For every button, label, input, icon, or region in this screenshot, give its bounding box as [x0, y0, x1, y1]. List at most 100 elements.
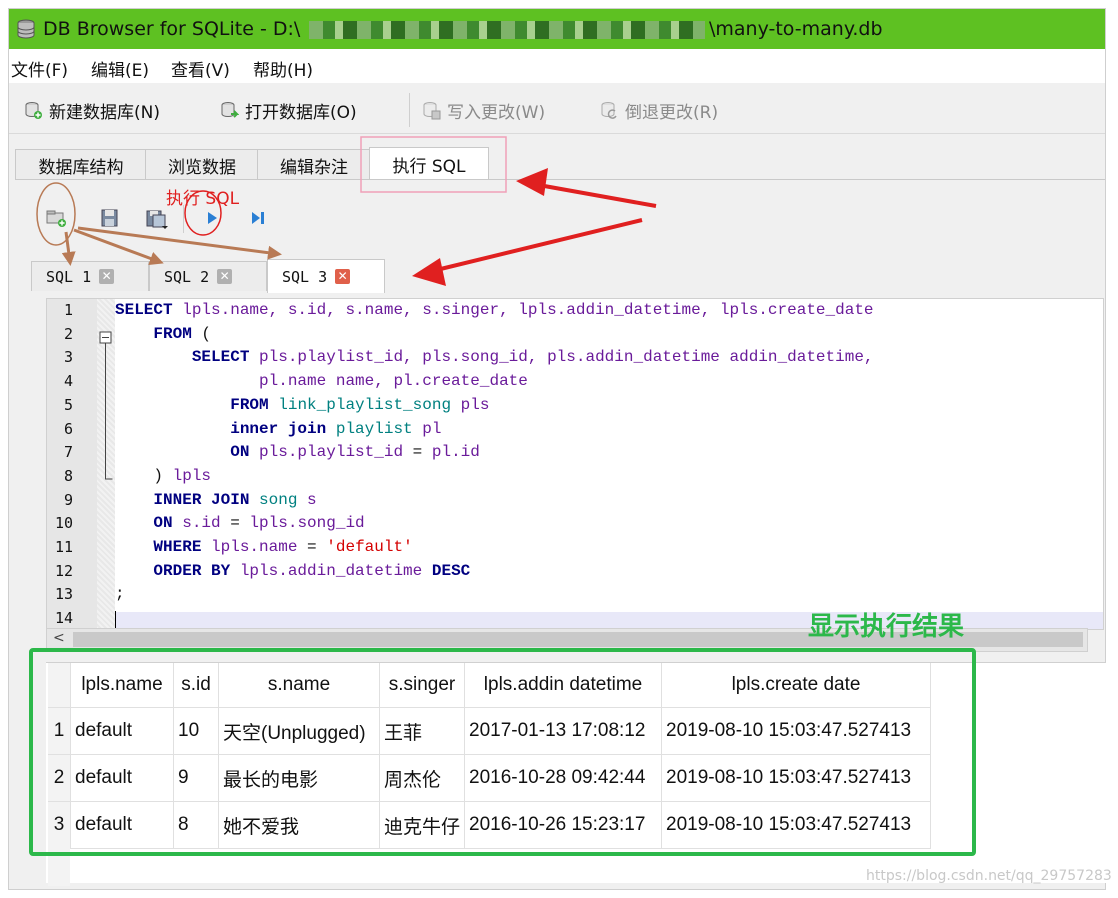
line-number: 13 — [54, 585, 73, 604]
database-icon — [17, 19, 35, 39]
row-number[interactable]: 2 — [48, 754, 71, 802]
table-cell[interactable]: 她不爱我 — [218, 801, 380, 849]
execute-current-line-icon[interactable] — [245, 205, 271, 231]
table-cell[interactable]: 2019-08-10 15:03:47.527413 — [661, 801, 932, 849]
table-cell[interactable]: default — [70, 754, 174, 802]
line-number: 7 — [63, 443, 73, 462]
open-tab-icon[interactable] — [43, 205, 69, 231]
column-header[interactable]: s.id — [173, 663, 219, 708]
revert-changes-icon — [601, 102, 617, 119]
menu-edit[interactable]: 编辑(E) — [91, 56, 149, 81]
open-sql-file-icon[interactable] — [97, 205, 123, 231]
tab-browse-data[interactable]: 浏览数据 — [145, 149, 259, 180]
table-cell[interactable]: 2016-10-28 09:42:44 — [464, 754, 663, 802]
table-cell[interactable]: 2016-10-26 15:23:17 — [464, 801, 663, 849]
write-changes-button[interactable]: 写入更改(W) — [421, 97, 545, 123]
open-database-button[interactable]: 打开数据库(O) — [219, 97, 357, 123]
code-line: SELECT lpls.name, s.id, s.name, s.singer… — [115, 301, 874, 319]
tab-execute-sql[interactable]: 执行 SQL — [369, 147, 489, 180]
table-cell[interactable]: 最长的电影 — [218, 754, 380, 802]
row-number[interactable]: 3 — [48, 801, 71, 849]
column-header[interactable]: lpls.create date — [661, 663, 932, 708]
line-number: 1 — [63, 301, 73, 319]
table-cell[interactable]: 8 — [173, 801, 219, 849]
table-cell[interactable]: 2017-01-13 17:08:12 — [464, 707, 663, 755]
code-token: inner join — [230, 419, 327, 438]
code-token: ON — [230, 443, 250, 462]
table-cell[interactable]: 王菲 — [379, 707, 466, 755]
results-annotation-label: 显示执行结果 — [808, 612, 965, 642]
write-changes-label: 写入更改(W) — [447, 102, 546, 123]
window-title: DB Browser for SQLite - D:\ — [43, 18, 301, 40]
table-row[interactable]: 1 default 10 天空(Unplugged) 王菲 2017-01-13… — [48, 707, 932, 755]
code-token: FROM — [153, 324, 192, 343]
close-icon[interactable]: ✕ — [335, 269, 351, 284]
results-grid[interactable]: lpls.name s.id s.name s.singer lpls.addi… — [46, 662, 1106, 886]
line-number: 10 — [54, 514, 73, 533]
line-number: 3 — [63, 348, 73, 367]
table-cell[interactable]: 天空(Unplugged) — [218, 707, 380, 755]
title-bar[interactable]: DB Browser for SQLite - D:\ \many-to-man… — [9, 9, 1105, 49]
table-cell[interactable]: default — [70, 707, 174, 755]
code-token: pls — [451, 395, 490, 414]
line-number: 5 — [63, 395, 73, 414]
open-database-label: 打开数据库(O) — [245, 102, 357, 123]
table-cell[interactable]: default — [70, 801, 174, 849]
code-token: WHERE — [153, 538, 202, 556]
code-token: = — [307, 538, 317, 556]
scroll-left-icon[interactable]: < — [53, 630, 65, 646]
table-cell[interactable]: 迪克牛仔 — [379, 801, 466, 849]
code-line: FROM link_playlist_song pls — [115, 396, 489, 414]
table-cell[interactable]: 10 — [173, 707, 219, 755]
menu-bar: 文件(F) 编辑(E) 查看(V) 帮助(H) — [9, 49, 1105, 83]
sql-tab-3[interactable]: SQL 3 ✕ — [267, 259, 385, 293]
tab-edit-pragmas[interactable]: 编辑杂注 — [257, 149, 371, 180]
code-line: INNER JOIN song s — [115, 491, 316, 509]
code-line: FROM ( — [115, 325, 211, 343]
sql-editor[interactable]: SELECT lpls.name, s.id, s.name, s.singer… — [46, 298, 1104, 630]
sql-tab-1[interactable]: SQL 1 ✕ — [31, 261, 149, 291]
sql-tab-2[interactable]: SQL 2 ✕ — [149, 261, 267, 291]
table-cell[interactable]: 9 — [173, 754, 219, 802]
table-cell[interactable]: 周杰伦 — [379, 754, 466, 802]
menu-help[interactable]: 帮助(H) — [253, 56, 313, 81]
code-line: pl.name name, pl.create_date — [115, 372, 528, 390]
close-icon[interactable]: ✕ — [99, 269, 115, 284]
revert-changes-button[interactable]: 倒退更改(R) — [599, 97, 718, 123]
column-header[interactable]: s.name — [218, 663, 380, 708]
column-header[interactable]: lpls.addin datetime — [464, 663, 663, 708]
code-line: ON pls.playlist_id = pl.id — [115, 443, 480, 461]
fold-marker[interactable] — [99, 331, 113, 481]
menu-view[interactable]: 查看(V) — [171, 56, 230, 81]
table-row[interactable]: 2 default 9 最长的电影 周杰伦 2016-10-28 09:42:4… — [48, 754, 932, 802]
code-token: ) — [153, 466, 164, 485]
text-cursor — [115, 611, 116, 629]
table-row[interactable]: 3 default 8 她不爱我 迪克牛仔 2016-10-26 15:23:1… — [48, 801, 932, 849]
code-line: ) lpls — [115, 467, 211, 485]
table-cell[interactable]: 2019-08-10 15:03:47.527413 — [661, 754, 932, 802]
close-icon[interactable]: ✕ — [217, 269, 233, 284]
code-token: s.id — [172, 514, 231, 533]
code-token: link_playlist_song — [278, 395, 452, 414]
column-header[interactable]: lpls.name — [70, 663, 174, 708]
column-header[interactable]: s.singer — [379, 663, 466, 708]
row-header-filler — [48, 846, 70, 886]
code-token: ON — [153, 514, 173, 533]
table-cell[interactable]: 2019-08-10 15:03:47.527413 — [661, 707, 932, 755]
new-database-button[interactable]: 新建数据库(N) — [23, 97, 160, 123]
code-token: lpls.name, s.id, s.name, s.singer, lpls.… — [172, 301, 874, 319]
tab-database-structure[interactable]: 数据库结构 — [15, 149, 147, 180]
row-number[interactable]: 1 — [48, 707, 71, 755]
menu-file[interactable]: 文件(F) — [11, 56, 68, 81]
code-token: ORDER BY — [153, 561, 231, 580]
code-token: = — [412, 443, 423, 462]
code-line: WHERE lpls.name = 'default' — [115, 538, 412, 556]
